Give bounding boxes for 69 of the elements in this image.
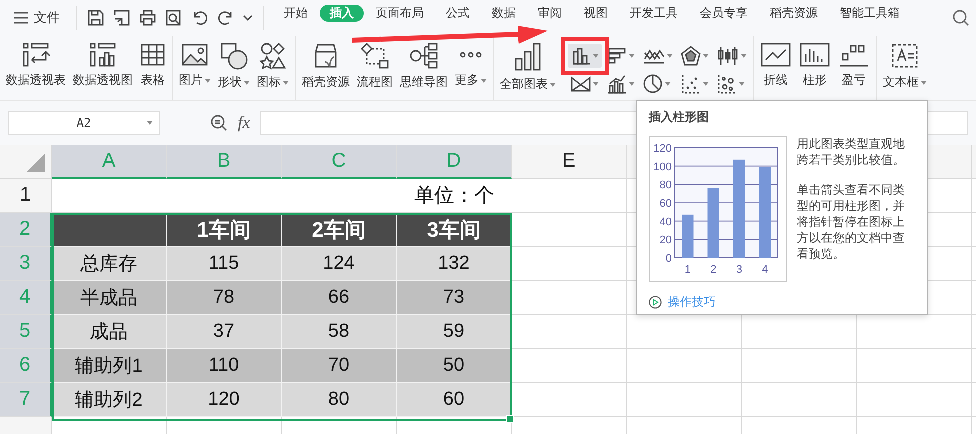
table-cell: 成品 [52,315,167,349]
ribbon-button[interactable]: 更多 [452,40,490,91]
table-cell: 80 [282,383,397,417]
ribbon-button[interactable]: 数据透视图 [70,40,136,91]
table-cell: 66 [282,281,397,315]
axis-tick-label: 80 [660,180,672,192]
axis-tick-label: 100 [654,161,672,174]
table-cell: 1车间 [167,213,282,247]
table-cell: 120 [167,383,282,417]
tooltip-description: 单击箭头查看不同类型的可用柱形图，并将指针暂停在图标上方以在您的文档中查看预览。 [797,182,906,262]
table-cell: 半成品 [52,281,167,315]
ribbon-button[interactable]: 文本框 [880,40,930,93]
ribbon-button[interactable]: 折线 [757,40,795,91]
table-cell: 115 [167,247,282,281]
ribbon-button[interactable]: 图片 [176,40,214,91]
axis-tick-label: 120 [654,143,672,155]
axis-tick-label: 1 [684,264,691,276]
table-cell: 单位：个 [397,179,512,213]
ribbon-tab[interactable]: 视图 [574,5,618,22]
column-header[interactable]: E [512,145,627,179]
function-label[interactable]: fx [238,113,250,133]
ribbon-tab[interactable]: 开始 [274,5,318,22]
table-cell: 73 [397,281,512,315]
ribbon-tab[interactable]: 公式 [436,5,480,22]
table-cell: 辅助列1 [52,349,167,383]
ribbon-tab[interactable]: 开发工具 [620,5,688,22]
name-box[interactable]: A2 [8,111,160,135]
ribbon-button[interactable]: 柱形 [796,40,834,91]
table-cell: 60 [397,383,512,417]
table-cell: 110 [167,349,282,383]
table-cell: 50 [397,349,512,383]
tooltip-title: 插入柱形图 [649,109,710,126]
ribbon-button[interactable]: 全部图表 [497,40,559,95]
ribbon-tab[interactable]: 稻壳资源 [760,5,828,22]
table-cell: 58 [282,315,397,349]
table-cell: 3车间 [397,213,512,247]
file-menu[interactable]: 文件 [0,9,70,27]
row-header[interactable]: 1 [0,179,52,213]
axis-tick-label: 4 [762,264,768,276]
axis-tick-label: 60 [660,198,672,210]
table-cell: 59 [397,315,512,349]
ribbon-button[interactable]: 思维导图 [397,40,451,93]
table-cell: 78 [167,281,282,315]
axis-tick-label: 3 [736,264,742,276]
ribbon-tab[interactable]: 会员专享 [690,5,758,22]
ribbon-button[interactable]: 表格 [137,40,169,91]
ribbon-button[interactable]: 数据透视表 [3,40,69,91]
ribbon-tab[interactable]: 页面布局 [366,5,434,22]
ribbon-tab[interactable]: 审阅 [528,5,572,22]
axis-tick-label: 20 [660,234,672,247]
axis-tick-label: 40 [660,216,672,228]
table-cell: 37 [167,315,282,349]
ribbon-button[interactable]: 盈亏 [835,40,873,91]
ribbon-button[interactable]: 图标 [254,40,292,93]
ribbon-button[interactable]: 稻壳资源 [299,40,353,93]
ribbon-tab[interactable]: 智能工具箱 [830,5,910,22]
table-cell: 132 [397,247,512,281]
ribbon-tab[interactable]: 数据 [482,5,526,22]
table-cell: 70 [282,349,397,383]
tooltip-description: 用此图表类型直观地跨若干类别比较值。 [797,136,906,168]
table-cell: 总库存 [52,247,167,281]
ribbon-button[interactable]: 流程图 [354,40,396,93]
table-cell: 辅助列2 [52,383,167,417]
axis-tick-label: 0 [666,253,672,265]
axis-tick-label: 2 [710,264,717,276]
table-cell: 2车间 [282,213,397,247]
table-cell: 124 [282,247,397,281]
tips-link[interactable]: 操作技巧 [649,294,716,311]
ribbon-button[interactable]: 形状 [215,40,253,93]
